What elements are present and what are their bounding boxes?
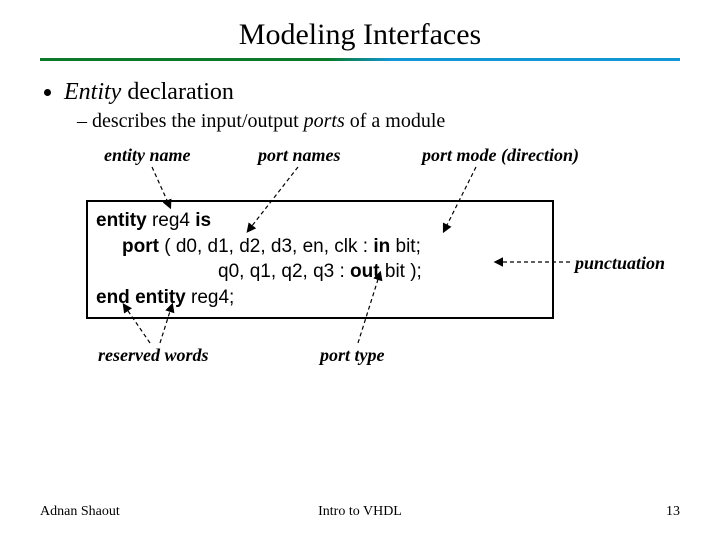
bullet2-italic: ports [304, 110, 345, 132]
bullet1-rest: declaration [121, 79, 234, 105]
bullet1-italic: Entity [64, 79, 121, 105]
label-entity-name: entity name [104, 145, 191, 166]
label-port-names: port names [258, 145, 341, 166]
bullet2-post: of a module [345, 110, 446, 132]
vhdl-code-box: entity reg4 is port ( d0, d1, d2, d3, en… [86, 200, 554, 319]
footer-title: Intro to VHDL [40, 504, 680, 520]
footer-page-number: 13 [666, 504, 680, 520]
code-line-1: entity reg4 is [96, 208, 544, 234]
label-port-mode: port mode (direction) [422, 145, 579, 166]
label-punctuation: punctuation [575, 253, 665, 274]
bullet-entity-declaration: Entity declaration describes the input/o… [64, 79, 680, 133]
page-title: Modeling Interfaces [40, 18, 680, 52]
label-port-type: port type [320, 345, 385, 366]
code-line-2: port ( d0, d1, d2, d3, en, clk : in bit; [96, 234, 544, 260]
code-diagram: entity name port names port mode (direct… [40, 145, 680, 425]
bullet2-pre: describes the input/output [92, 110, 304, 132]
title-underline [40, 58, 680, 61]
code-line-4: end entity reg4; [96, 285, 544, 311]
code-line-3: q0, q1, q2, q3 : out bit ); [96, 259, 544, 285]
label-reserved-words: reserved words [98, 345, 209, 366]
bullet-ports-description: describes the input/output ports of a mo… [92, 110, 680, 133]
